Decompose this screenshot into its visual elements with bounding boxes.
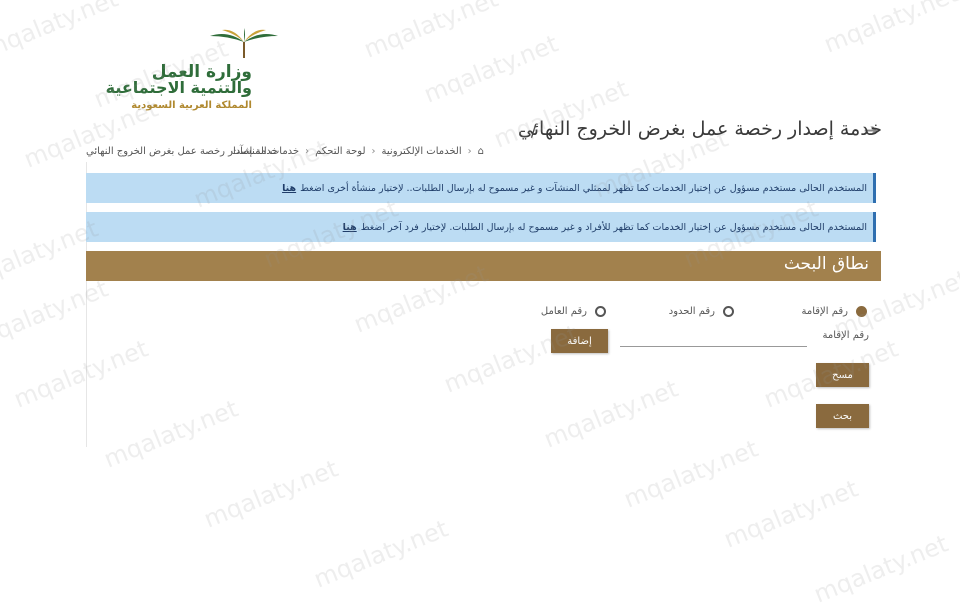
- alert-link-here[interactable]: هنا: [343, 222, 357, 233]
- radio-border-number[interactable]: رقم الحدود: [669, 306, 734, 317]
- search-scope-header: نطاق البحث: [86, 251, 881, 281]
- search-scope-title: نطاق البحث: [783, 254, 869, 274]
- breadcrumb-separator-icon: ‹: [467, 146, 472, 157]
- watermark-text: mqalaty.net: [359, 0, 502, 64]
- ministry-logo: وزارة العمل والتنمية الاجتماعية المملكة …: [80, 28, 280, 111]
- alert-link-here[interactable]: هنا: [282, 183, 296, 194]
- alert-text: المستخدم الحالى مستخدم مسؤول عن إختيار ا…: [300, 182, 867, 194]
- breadcrumb-item-current: خدمة إصدار رخصة عمل بغرض الخروج النهائي: [86, 146, 278, 157]
- iqama-number-input[interactable]: [620, 328, 807, 347]
- watermark-text: mqalaty.net: [489, 74, 632, 154]
- radio-worker-number[interactable]: رقم العامل: [541, 306, 606, 317]
- watermark-text: mqalaty.net: [719, 474, 862, 554]
- watermark-text: mqalaty.net: [309, 514, 452, 594]
- watermark-text: mqalaty.net: [199, 454, 342, 534]
- palm-tree-icon: [210, 28, 278, 58]
- watermark-text: mqalaty.net: [819, 0, 960, 59]
- radio-label: رقم الحدود: [668, 306, 715, 317]
- page-title-suffix: / -: [520, 121, 537, 140]
- home-icon[interactable]: ⌂: [478, 146, 484, 157]
- breadcrumb-separator-icon: ‹: [371, 146, 376, 157]
- watermark-text: mqalaty.net: [809, 529, 952, 609]
- clear-button[interactable]: مسح: [816, 363, 869, 387]
- breadcrumb-item-services[interactable]: الخدمات الإلكترونية: [382, 146, 462, 157]
- add-button[interactable]: إضافة: [551, 329, 608, 353]
- alert-text: المستخدم الحالى مستخدم مسؤول عن إختيار ا…: [360, 221, 867, 233]
- content-panel: [86, 162, 882, 447]
- search-button[interactable]: بحث: [816, 404, 869, 428]
- radio-label: رقم الإقامة: [801, 306, 848, 317]
- info-alert-individual: المستخدم الحالى مستخدم مسؤول عن إختيار ا…: [86, 212, 876, 242]
- radio-iqama-number[interactable]: رقم الإقامة: [802, 306, 867, 317]
- radio-label: رقم العامل: [540, 306, 587, 317]
- watermark-text: mqalaty.net: [419, 29, 562, 109]
- page-title: خدمة إصدار رخصة عمل بغرض الخروج النهائي: [517, 118, 882, 140]
- breadcrumb-separator-icon: ‹: [305, 146, 310, 157]
- radio-selected-icon[interactable]: [856, 306, 867, 317]
- logo-line-2: والتنمية الاجتماعية: [105, 78, 252, 97]
- iqama-field-label: رقم الإقامة: [822, 330, 869, 341]
- info-alert-establishment: المستخدم الحالى مستخدم مسؤول عن إختيار ا…: [86, 173, 876, 203]
- logo-line-3: المملكة العربية السعودية: [131, 100, 252, 111]
- radio-unselected-icon[interactable]: [723, 306, 734, 317]
- breadcrumb-item-dashboard[interactable]: لوحة التحكم: [315, 146, 365, 157]
- radio-unselected-icon[interactable]: [595, 306, 606, 317]
